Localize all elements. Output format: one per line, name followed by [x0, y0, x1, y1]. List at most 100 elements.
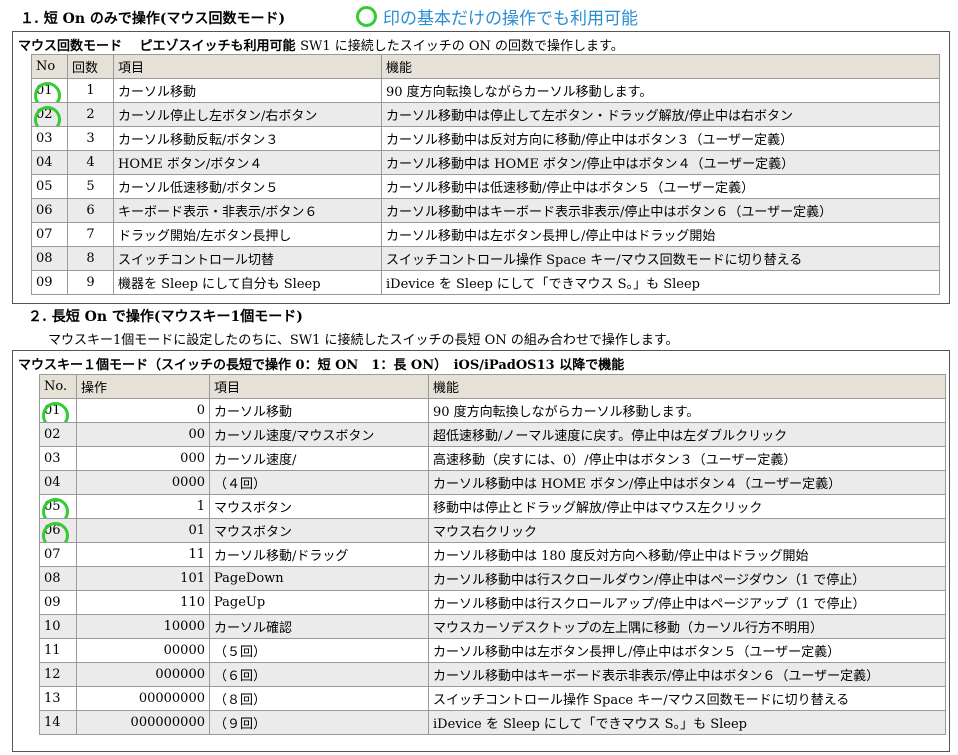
- press-count: 9: [86, 275, 95, 290]
- row-number: 11: [44, 643, 61, 658]
- row-number: 09: [44, 595, 61, 610]
- item-label-cell: カーソル速度/: [209, 446, 429, 471]
- function-description: カーソル移動中は行スクロールダウン/停止中はページダウン（1 で停止）: [433, 573, 866, 588]
- row-number: 03: [44, 451, 61, 466]
- function-description: カーソル移動中は 180 度反対方向へ移動/停止中はドラッグ開始: [433, 549, 809, 564]
- table-row: 05 5 カーソル低速移動/ボタン５ カーソル移動中は低速移動/停止中はボタン５（ユー…: [31, 174, 940, 199]
- row-number: 08: [36, 251, 53, 266]
- number-cell: 02: [39, 422, 77, 447]
- press-count: 1: [86, 83, 95, 98]
- item-label: マウスボタン: [214, 525, 293, 540]
- row-number: 10: [44, 619, 61, 634]
- item-label-cell: カーソル確認: [209, 614, 429, 639]
- table-row: 09 9 機器を Sleep にして自分も Sleep iDevice を Sleep…: [31, 270, 940, 295]
- item-label-cell: カーソル移動反転/ボタン３: [113, 126, 382, 151]
- table-row: 02 2 カーソル停止し左ボタン/右ボタン カーソル移動中は停止して左ボタン・ドラッグ…: [31, 102, 940, 127]
- function-description: カーソル移動中はキーボード表示非表示/停止中はボタン６（ユーザー定義）: [386, 205, 833, 220]
- operation-code-cell: 10000: [76, 614, 210, 639]
- press-count: 3: [86, 131, 95, 146]
- item-label-cell: （５回）: [209, 638, 429, 663]
- function-description: カーソル移動中は行スクロールアップ/停止中はページアップ（1 で停止）: [433, 597, 866, 612]
- function-description-cell: マウスカーソデスクトップの左上隅に移動（カーソル行方不明用）: [428, 614, 946, 639]
- row-number: 07: [44, 547, 61, 562]
- operation-code: 000000000: [130, 715, 205, 730]
- function-description-cell: カーソル移動中は反対方向に移動/停止中はボタン３（ユーザー定義）: [381, 126, 940, 151]
- section1-title: １. 短 On のみで操作(マウス回数モード): [20, 11, 286, 27]
- row-number: 07: [36, 227, 53, 242]
- press-count: 6: [86, 203, 95, 218]
- item-label: キーボード表示・非表示/ボタン６: [118, 205, 318, 220]
- function-description-cell: カーソル移動中は 180 度反対方向へ移動/停止中はドラッグ開始: [428, 542, 946, 567]
- item-label-cell: ドラッグ開始/左ボタン長押し: [113, 222, 382, 247]
- table-row: 14 000000000 （９回） iDevice を Sleep にして「できマウス…: [39, 710, 946, 735]
- item-label: カーソル低速移動/ボタン５: [118, 181, 279, 196]
- press-count-cell: 1: [67, 78, 114, 103]
- table-row: 12 000000 （６回） カーソル移動中はキーボード表示非表示/停止中はボタン６（…: [39, 662, 946, 687]
- function-description-cell: 超低速移動/ノーマル速度に戻す。停止中は左ダブルクリック: [428, 422, 946, 447]
- section1-header-plain: SW1 に接続したスイッチの ON の回数で操作します。: [300, 39, 624, 54]
- row-number: 05: [44, 499, 61, 514]
- number-cell: 04: [31, 150, 68, 175]
- table-row: 11 00000 （５回） カーソル移動中は左ボタン長押し/停止中はボタン５（ユーザー…: [39, 638, 946, 663]
- item-label-cell: スイッチコントロール切替: [113, 246, 382, 271]
- operation-code-cell: 00000: [76, 638, 210, 663]
- number-cell: 03: [31, 126, 68, 151]
- highlighted-number-cell: 01: [39, 398, 77, 423]
- item-label-cell: PageUp: [209, 590, 429, 615]
- row-number: 12: [44, 667, 61, 682]
- operation-code: 11: [188, 547, 205, 562]
- column-header-count: 回数: [67, 54, 114, 79]
- function-description: カーソル移動中は停止して左ボタン・ドラッグ解放/停止中は右ボタン: [386, 109, 793, 124]
- function-description: マウス右クリック: [433, 525, 538, 540]
- function-description-cell: カーソル移動中は HOME ボタン/停止中はボタン４（ユーザー定義）: [381, 150, 940, 175]
- operation-code-cell: 00: [76, 422, 210, 447]
- function-description: iDevice を Sleep にして「できマウス S。」も Sleep: [386, 277, 700, 292]
- highlight-legend: 印の基本だけの操作でも利用可能: [356, 4, 638, 29]
- function-description: 90 度方向転換しながらカーソル移動します。: [386, 85, 653, 100]
- mousekey-mode-table: No. 操作 項目 機能 01 0 カーソル移動 90 度方向転換しながらカーソル移動…: [39, 374, 946, 735]
- column-header-function: 機能: [428, 374, 946, 399]
- item-label-cell: マウスボタン: [209, 494, 429, 519]
- operation-code: 000000: [155, 667, 205, 682]
- function-description: カーソル移動中は HOME ボタン/停止中はボタン４（ユーザー定義）: [433, 477, 842, 492]
- operation-code-cell: 101: [76, 566, 210, 591]
- highlighted-number-cell: 06: [39, 518, 77, 543]
- item-label-cell: カーソル速度/マウスボタン: [209, 422, 429, 447]
- item-label: PageDown: [214, 571, 284, 586]
- table-row: 09 110 PageUp カーソル移動中は行スクロールアップ/停止中はページアップ（…: [39, 590, 946, 615]
- item-label: （５回）: [214, 645, 267, 660]
- function-description: カーソル移動中はキーボード表示非表示/停止中はボタン６（ユーザー定義）: [433, 669, 880, 684]
- item-label: HOME ボタン/ボタン４: [118, 157, 263, 172]
- item-label-cell: PageDown: [209, 566, 429, 591]
- table-row: 07 11 カーソル移動/ドラッグ カーソル移動中は 180 度反対方向へ移動/停止中…: [39, 542, 946, 567]
- row-number: 03: [36, 131, 53, 146]
- function-description: 移動中は停止とドラッグ解放/停止中はマウス左クリック: [433, 501, 763, 516]
- item-label-cell: マウスボタン: [209, 518, 429, 543]
- function-description: カーソル移動中は HOME ボタン/停止中はボタン４（ユーザー定義）: [386, 157, 795, 172]
- item-label: （９回）: [214, 717, 267, 732]
- row-number: 05: [36, 179, 53, 194]
- section2-subtitle: マウスキー1個モードに設定したのちに、SW1 に接続したスイッチの長短 ON の…: [48, 333, 679, 348]
- table-row: 05 1 マウスボタン 移動中は停止とドラッグ解放/停止中はマウス左クリック: [39, 494, 946, 519]
- press-count-cell: 9: [67, 270, 114, 295]
- function-description-cell: カーソル移動中は左ボタン長押し/停止中はドラッグ開始: [381, 222, 940, 247]
- operation-code: 10000: [163, 619, 205, 634]
- function-description-cell: カーソル移動中は左ボタン長押し/停止中はボタン５（ユーザー定義）: [428, 638, 946, 663]
- number-cell: 07: [31, 222, 68, 247]
- function-description-cell: iDevice を Sleep にして「できマウス S。」も Sleep: [381, 270, 940, 295]
- item-label: カーソル速度/マウスボタン: [214, 429, 375, 444]
- table-row: 08 8 スイッチコントロール切替 スイッチコントロール操作 Space キー/マウス…: [31, 246, 940, 271]
- item-label: カーソル移動/ドラッグ: [214, 549, 349, 564]
- function-description-cell: 移動中は停止とドラッグ解放/停止中はマウス左クリック: [428, 494, 946, 519]
- number-cell: 08: [39, 566, 77, 591]
- operation-code-cell: 00000000: [76, 686, 210, 711]
- item-label: ドラッグ開始/左ボタン長押し: [118, 229, 292, 244]
- column-header-item: 項目: [113, 54, 382, 79]
- number-cell: 11: [39, 638, 77, 663]
- function-description-cell: 高速移動（戻すには、0）/停止中はボタン３（ユーザー定義）: [428, 446, 946, 471]
- operation-code-cell: 000000: [76, 662, 210, 687]
- item-label-cell: カーソル移動: [209, 398, 429, 423]
- table-row: 03 3 カーソル移動反転/ボタン３ カーソル移動中は反対方向に移動/停止中はボタン３…: [31, 126, 940, 151]
- item-label-cell: （８回）: [209, 686, 429, 711]
- press-count: 2: [86, 107, 95, 122]
